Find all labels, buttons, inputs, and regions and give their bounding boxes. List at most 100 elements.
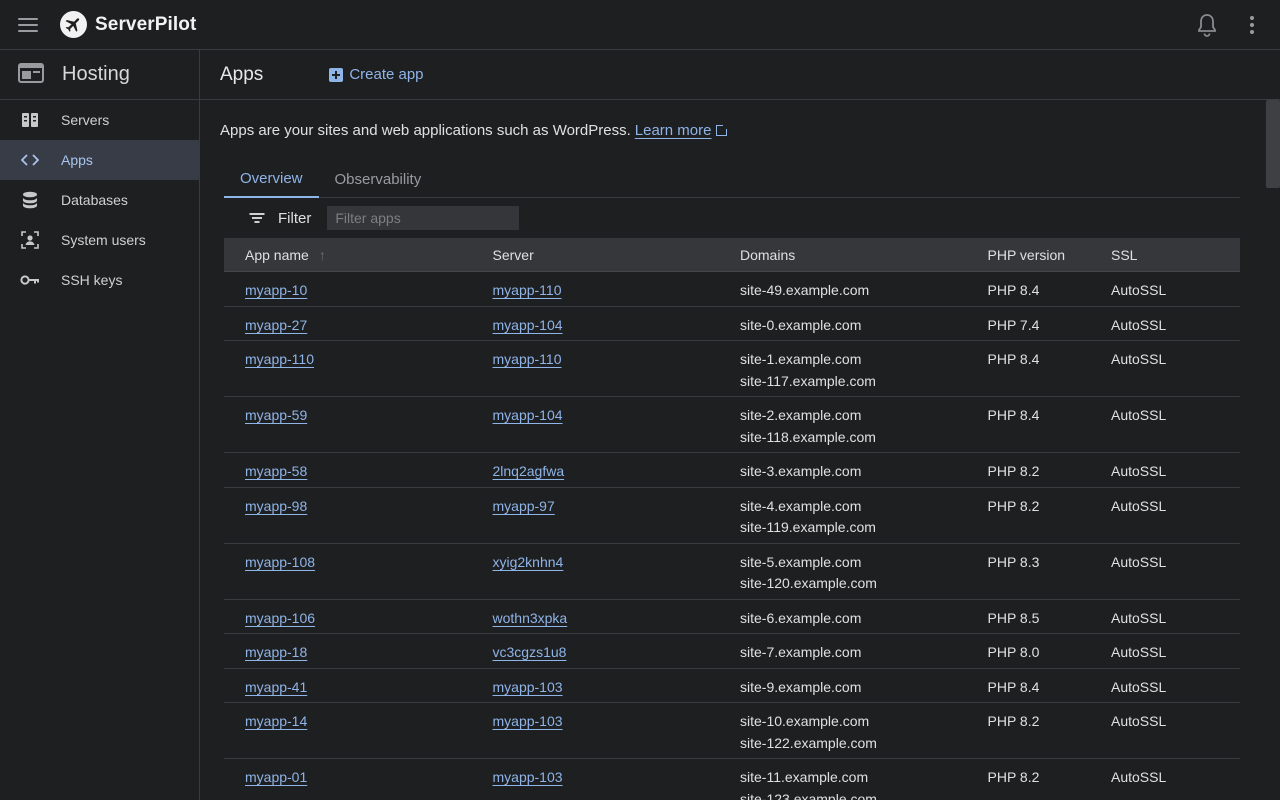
sidebar-item-servers[interactable]: Servers [0,100,199,140]
database-icon [20,190,40,210]
app-name-link-cell: myapp-106 [224,609,472,634]
ssl-text-cell: AutoSSL [1090,609,1240,634]
app-name-link-cell: myapp-10 [224,281,472,306]
php-version-text-cell: PHP 8.2 [967,768,1091,800]
ssl-text: AutoSSL [1111,282,1167,298]
server-link[interactable]: myapp-103 [493,769,563,785]
vertical-scrollbar[interactable] [1264,100,1280,800]
server-link[interactable]: myapp-97 [493,498,555,514]
table-body: myapp-10 myapp-110 site-49.example.com PHP … [224,272,1240,800]
app-name-link[interactable]: myapp-14 [245,713,307,729]
sidebar-item-label: Databases [61,192,128,208]
ssl-text-cell: AutoSSL [1090,712,1240,758]
sidebar-item-ssh-keys[interactable]: SSH keys [0,260,199,300]
sidebar-item-label: System users [61,232,146,248]
domains-cell: site-6.example.com [719,609,967,634]
column-header-ssl[interactable]: SSL [1090,247,1240,263]
app-name-link-cell: myapp-59 [224,406,472,452]
domains-cell: site-7.example.com [719,643,967,668]
app-name-link[interactable]: myapp-110 [245,351,314,367]
php-version-text: PHP 7.4 [987,316,1040,333]
domain-text: site-3.example.com [740,463,862,479]
page-title: Apps [220,63,264,85]
domain-text: site-5.example.com [740,553,862,570]
table-row: myapp-110 myapp-110 site-1.example.com site… [224,341,1240,397]
server-link-cell: myapp-97 [472,497,720,543]
server-link[interactable]: xyig2knhn4 [493,554,564,570]
ssl-text-cell: AutoSSL [1090,406,1240,452]
server-link[interactable]: wothn3xpka [493,610,568,626]
app-name-link[interactable]: myapp-01 [245,769,307,785]
app-name-link-cell: myapp-58 [224,462,472,487]
domains-cell: site-49.example.com [719,281,967,306]
server-link[interactable]: myapp-110 [493,351,562,367]
app-name-link[interactable]: myapp-106 [245,610,315,626]
sidebar-item-apps[interactable]: Apps [0,140,199,180]
ssl-text: AutoSSL [1111,463,1167,479]
server-link[interactable]: myapp-104 [493,317,563,333]
php-version-text-cell: PHP 8.4 [967,678,1091,703]
app-name-link[interactable]: myapp-10 [245,282,307,298]
domain-text: site-118.example.com [740,428,876,445]
table-row: myapp-27 myapp-104 site-0.example.com PHP 7… [224,307,1240,341]
code-icon [20,150,40,170]
table-row: myapp-14 myapp-103 site-10.example.com site… [224,703,1240,759]
create-app-button[interactable]: Create app [329,66,424,83]
sidebar-item-databases[interactable]: Databases [0,180,199,220]
server-link-cell: vc3cgzs1u8 [472,643,720,668]
php-version-text-cell: PHP 8.2 [967,462,1091,487]
app-name-link[interactable]: myapp-98 [245,498,307,514]
domains-cell: site-0.example.com [719,316,967,341]
column-header-app-name[interactable]: App name ↑ [224,247,472,263]
learn-more-link[interactable]: Learn more [635,122,712,139]
domain-text: site-10.example.com [740,713,870,729]
ssl-text: AutoSSL [1111,407,1167,423]
app-name-link[interactable]: myapp-18 [245,644,307,660]
tab-overview[interactable]: Overview [224,160,319,198]
column-header-server[interactable]: Server [472,247,720,263]
server-link[interactable]: vc3cgzs1u8 [493,644,567,660]
more-options-icon[interactable] [1242,13,1262,37]
table-row: myapp-10 myapp-110 site-49.example.com PHP … [224,272,1240,307]
ssl-text: AutoSSL [1111,769,1167,785]
bell-icon[interactable] [1196,13,1218,37]
server-link[interactable]: 2lnq2agfwa [493,463,565,479]
table-row: myapp-58 2lnq2agfwa site-3.example.com PHP … [224,453,1240,488]
ssl-text-cell: AutoSSL [1090,281,1240,306]
app-name-link-cell: myapp-98 [224,497,472,543]
domain-text: site-49.example.com [740,282,870,298]
app-name-link[interactable]: myapp-58 [245,463,307,479]
sidebar-item-label: SSH keys [61,272,123,288]
intro-description: Apps are your sites and web applications… [220,122,631,139]
scrollbar-thumb[interactable] [1266,100,1280,188]
tab-observability[interactable]: Observability [319,160,438,198]
app-name-link[interactable]: myapp-59 [245,407,307,423]
ssl-text: AutoSSL [1111,497,1167,514]
filter-icon[interactable] [249,212,265,224]
app-name-link[interactable]: myapp-27 [245,317,307,333]
brand-logo[interactable]: ServerPilot [60,11,196,38]
apps-table: App name ↑ Server Domains PHP version SS… [224,238,1240,800]
sidebar-item-system-users[interactable]: System users [0,220,199,260]
app-name-link-cell: myapp-27 [224,316,472,341]
php-version-text: PHP 8.4 [987,351,1040,367]
server-link-cell: myapp-103 [472,678,720,703]
sort-ascending-icon[interactable]: ↑ [319,247,326,263]
php-version-text: PHP 8.4 [987,282,1040,298]
column-header-domains[interactable]: Domains [719,247,967,263]
server-link[interactable]: myapp-110 [493,282,562,298]
server-link[interactable]: myapp-104 [493,407,563,423]
php-version-text: PHP 8.5 [987,609,1040,626]
domain-text: site-9.example.com [740,678,862,695]
column-header-php-version[interactable]: PHP version [967,247,1091,263]
server-link[interactable]: myapp-103 [493,713,563,729]
app-name-link[interactable]: myapp-108 [245,554,315,570]
table-row: myapp-18 vc3cgzs1u8 site-7.example.com PHP … [224,634,1240,669]
sidebar-item-label: Servers [61,112,110,128]
filter-apps-input[interactable] [327,206,520,230]
server-link[interactable]: myapp-103 [493,679,563,695]
hamburger-menu-icon[interactable] [16,13,40,37]
php-version-text-cell: PHP 8.4 [967,406,1091,452]
filter-row: Filter [224,206,520,230]
app-name-link[interactable]: myapp-41 [245,679,307,695]
